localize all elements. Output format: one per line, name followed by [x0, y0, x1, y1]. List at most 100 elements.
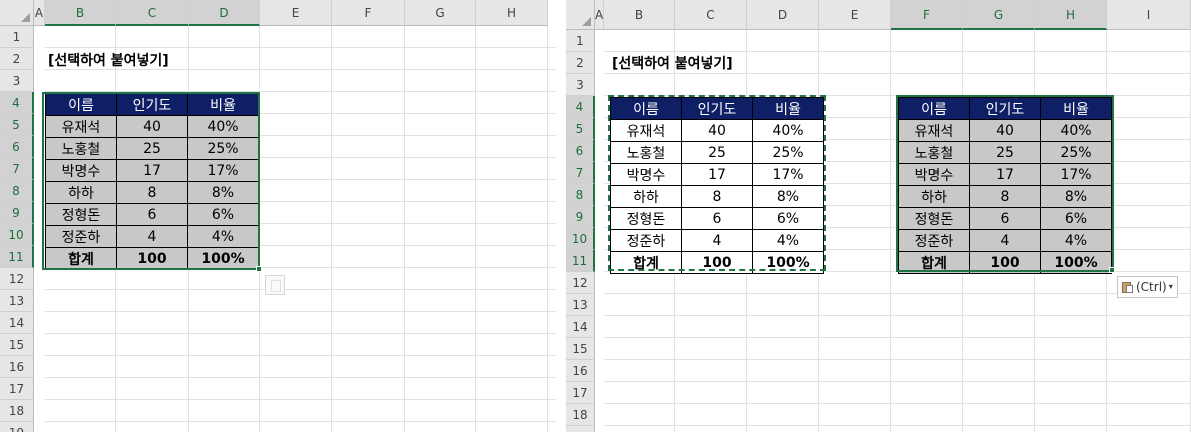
table-cell[interactable]: 6% — [752, 207, 824, 230]
column-header-h[interactable]: H — [476, 0, 548, 26]
column-header-e[interactable]: E — [819, 0, 891, 30]
table-cell[interactable]: 6 — [681, 207, 753, 230]
column-header-b[interactable]: B — [45, 0, 116, 26]
row-header-8[interactable]: 8 — [0, 180, 34, 202]
row-header-18[interactable]: 18 — [566, 404, 595, 426]
column-header-f[interactable]: F — [891, 0, 963, 30]
table-cell[interactable]: 8% — [187, 181, 259, 204]
row-header-13[interactable]: 13 — [566, 294, 595, 316]
table-cell[interactable]: 정형돈 — [898, 207, 970, 230]
table-cell[interactable]: 노홍철 — [898, 141, 970, 164]
table-cell[interactable]: 정형돈 — [45, 203, 117, 226]
table-cell[interactable]: 하하 — [610, 185, 682, 208]
table-cell[interactable]: 8% — [1040, 185, 1112, 208]
table-cell[interactable]: 유재석 — [610, 119, 682, 142]
table-cell[interactable]: 정준하 — [45, 225, 117, 248]
total-cell[interactable]: 100 — [969, 251, 1041, 274]
row-header-1[interactable]: 1 — [0, 26, 34, 48]
row-header-7[interactable]: 7 — [0, 158, 34, 180]
column-header-e[interactable]: E — [260, 0, 332, 26]
row-header-5[interactable]: 5 — [566, 118, 595, 140]
table-cell[interactable]: 8 — [681, 185, 753, 208]
fill-handle[interactable] — [1109, 267, 1115, 273]
table-cell[interactable]: 4% — [187, 225, 259, 248]
table-cell[interactable]: 40 — [969, 119, 1041, 142]
table-cell[interactable]: 25 — [116, 137, 188, 160]
row-header-3[interactable]: 3 — [566, 74, 595, 96]
row-header-17[interactable]: 17 — [566, 382, 595, 404]
select-all-corner[interactable] — [566, 0, 595, 30]
row-header-2[interactable]: 2 — [0, 48, 34, 70]
table-cell[interactable]: 4% — [1040, 229, 1112, 252]
column-header-f[interactable]: F — [332, 0, 405, 26]
row-header-9[interactable]: 9 — [0, 202, 34, 224]
row-header-15[interactable]: 15 — [0, 334, 34, 356]
table-cell[interactable]: 유재석 — [45, 115, 117, 138]
total-cell[interactable]: 100% — [752, 251, 824, 274]
table-cell[interactable]: 박명수 — [898, 163, 970, 186]
total-cell[interactable]: 100% — [1040, 251, 1112, 274]
table-cell[interactable]: 박명수 — [45, 159, 117, 182]
column-header-g[interactable]: G — [963, 0, 1035, 30]
table-cell[interactable]: 하하 — [45, 181, 117, 204]
table-cell[interactable]: 박명수 — [610, 163, 682, 186]
row-header-16[interactable]: 16 — [566, 360, 595, 382]
row-header-14[interactable]: 14 — [566, 316, 595, 338]
table-cell[interactable]: 40 — [116, 115, 188, 138]
column-header-a[interactable]: A — [34, 0, 45, 26]
row-header-5[interactable]: 5 — [0, 114, 34, 136]
table-cell[interactable]: 25 — [969, 141, 1041, 164]
row-header-9[interactable]: 9 — [566, 206, 595, 228]
table-cell[interactable]: 4 — [969, 229, 1041, 252]
column-header-c[interactable]: C — [116, 0, 189, 26]
total-cell[interactable]: 100 — [116, 247, 188, 270]
table-cell[interactable]: 노홍철 — [610, 141, 682, 164]
table-cell[interactable]: 하하 — [898, 185, 970, 208]
header-cell[interactable]: 이름 — [45, 93, 117, 116]
row-header-6[interactable]: 6 — [566, 140, 595, 162]
header-cell[interactable]: 비율 — [1040, 97, 1112, 120]
paste-options-button[interactable]: (Ctrl) ▾ — [1117, 276, 1178, 298]
row-header-12[interactable]: 12 — [0, 268, 34, 290]
column-header-a[interactable]: A — [595, 0, 604, 30]
row-header-12[interactable]: 12 — [566, 272, 595, 294]
table-cell[interactable]: 25 — [681, 141, 753, 164]
table-cell[interactable]: 6% — [187, 203, 259, 226]
row-header-19[interactable]: 19 — [0, 422, 34, 432]
header-cell[interactable]: 인기도 — [681, 97, 753, 120]
table-cell[interactable]: 4 — [681, 229, 753, 252]
row-header-17[interactable]: 17 — [0, 378, 34, 400]
table-cell[interactable]: 17% — [187, 159, 259, 182]
row-header-14[interactable]: 14 — [0, 312, 34, 334]
total-cell[interactable]: 합계 — [610, 251, 682, 274]
table-cell[interactable]: 노홍철 — [45, 137, 117, 160]
row-header-8[interactable]: 8 — [566, 184, 595, 206]
row-header-6[interactable]: 6 — [0, 136, 34, 158]
table-cell[interactable]: 정형돈 — [610, 207, 682, 230]
table-cell[interactable]: 40 — [681, 119, 753, 142]
header-cell[interactable]: 인기도 — [969, 97, 1041, 120]
table-cell[interactable]: 4 — [116, 225, 188, 248]
table-cell[interactable]: 정준하 — [898, 229, 970, 252]
select-all-corner[interactable] — [0, 0, 34, 26]
row-header-4[interactable]: 4 — [566, 96, 595, 118]
table-cell[interactable]: 17 — [116, 159, 188, 182]
column-header-h[interactable]: H — [1035, 0, 1107, 30]
column-header-d[interactable]: D — [747, 0, 819, 30]
fill-handle[interactable] — [256, 266, 262, 272]
row-header-4[interactable]: 4 — [0, 92, 34, 114]
row-header-11[interactable]: 11 — [0, 246, 34, 268]
row-header-15[interactable]: 15 — [566, 338, 595, 360]
row-header-7[interactable]: 7 — [566, 162, 595, 184]
column-header-i[interactable]: I — [1107, 0, 1191, 30]
table-cell[interactable]: 6 — [116, 203, 188, 226]
header-cell[interactable]: 인기도 — [116, 93, 188, 116]
header-cell[interactable]: 비율 — [752, 97, 824, 120]
column-header-d[interactable]: D — [189, 0, 260, 26]
row-header-10[interactable]: 10 — [566, 228, 595, 250]
column-header-b[interactable]: B — [604, 0, 675, 30]
table-cell[interactable]: 17 — [681, 163, 753, 186]
column-header-c[interactable]: C — [675, 0, 747, 30]
row-header-10[interactable]: 10 — [0, 224, 34, 246]
table-cell[interactable]: 17% — [752, 163, 824, 186]
